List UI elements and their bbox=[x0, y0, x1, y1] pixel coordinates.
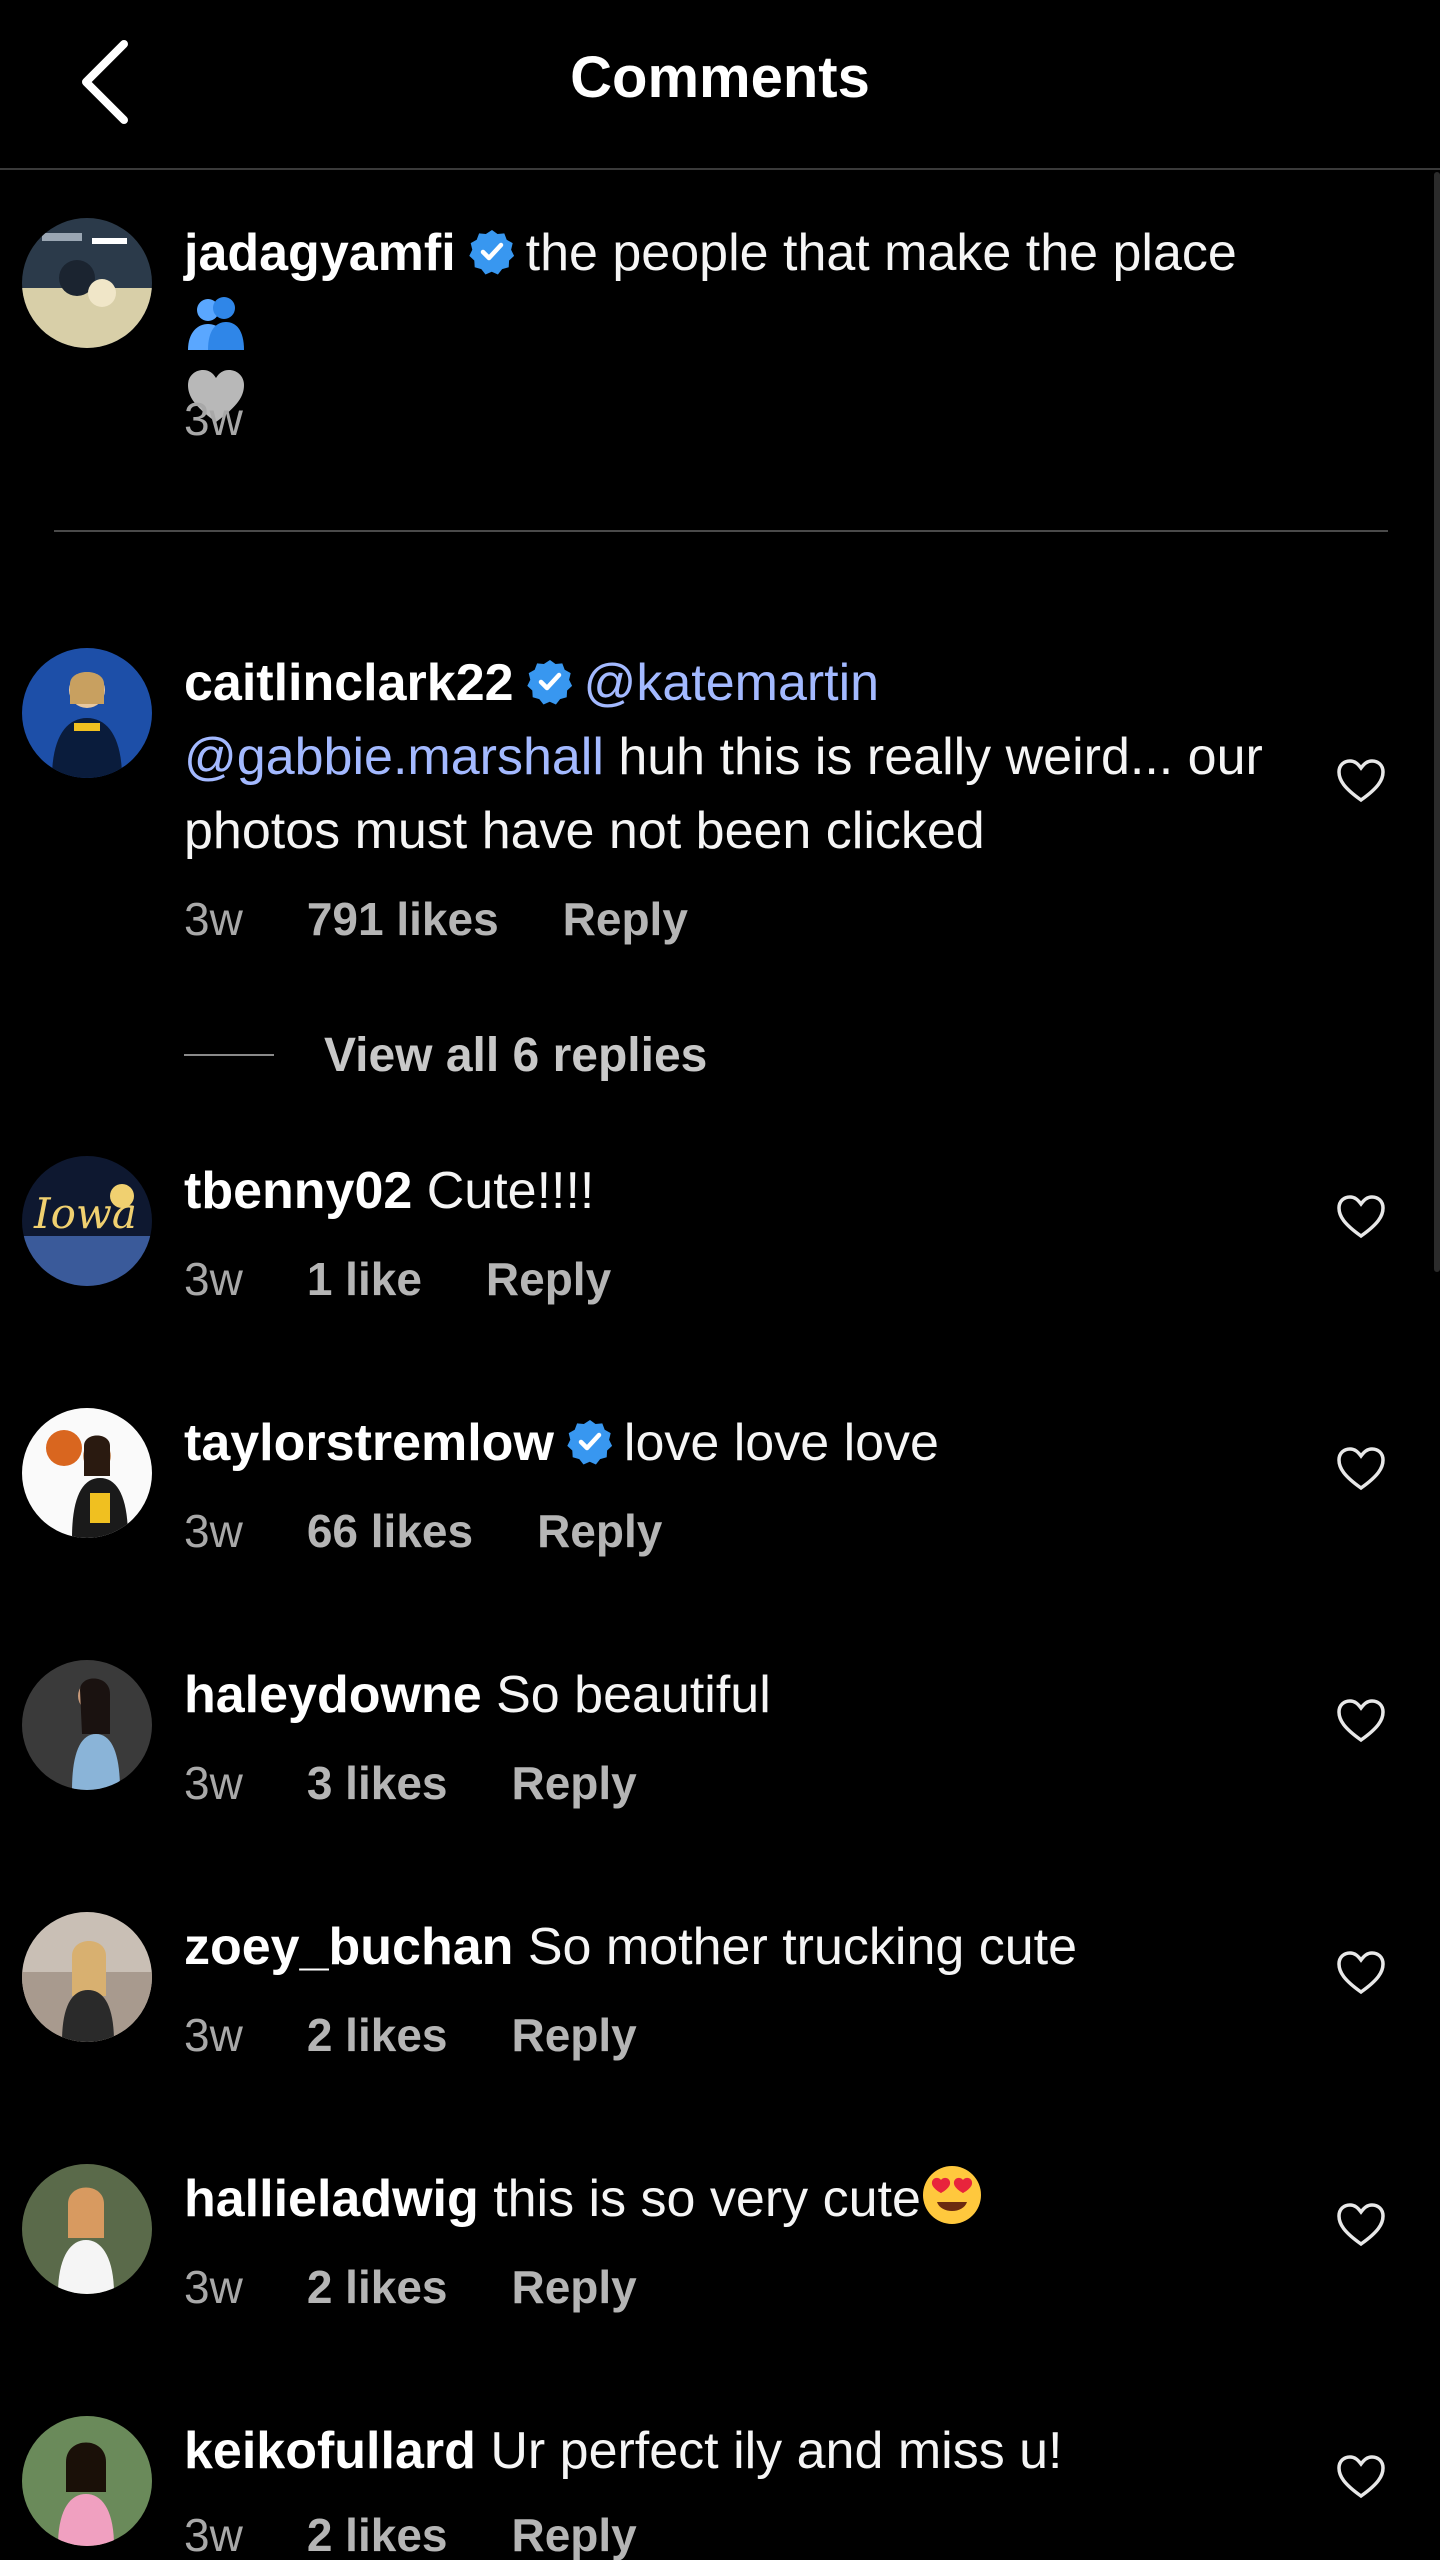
like-heart-icon[interactable] bbox=[1336, 2454, 1386, 2500]
comment-text: keikofullard Ur perfect ily and miss u! bbox=[184, 2414, 1290, 2488]
like-count[interactable]: 3 likes bbox=[307, 1757, 448, 1809]
comment-meta: 3w 2 likes Reply bbox=[184, 2260, 701, 2314]
comment-body: Ur perfect ily and miss u! bbox=[490, 2422, 1063, 2480]
avatar[interactable] bbox=[22, 1912, 152, 2042]
reply-button[interactable]: Reply bbox=[512, 1757, 637, 1809]
view-replies-label: View all 6 replies bbox=[324, 1028, 708, 1082]
avatar[interactable] bbox=[22, 1408, 152, 1538]
comment-text: tbenny02 Cute!!!! bbox=[184, 1154, 1290, 1228]
like-heart-icon[interactable] bbox=[1336, 1194, 1386, 1240]
divider bbox=[54, 530, 1388, 532]
reply-button[interactable]: Reply bbox=[563, 893, 688, 945]
username[interactable]: taylorstremlow bbox=[184, 1414, 554, 1472]
timestamp: 3w bbox=[184, 393, 243, 445]
verified-badge-icon bbox=[567, 1420, 612, 1465]
like-count[interactable]: 2 likes bbox=[307, 2509, 448, 2560]
comment-meta: 3w 2 likes Reply bbox=[184, 2008, 701, 2062]
like-heart-icon[interactable] bbox=[1336, 1446, 1386, 1492]
timestamp: 3w bbox=[184, 1253, 243, 1305]
avatar[interactable]: Iowa bbox=[22, 1156, 152, 1286]
comment-body: love love love bbox=[623, 1414, 939, 1472]
top-bar: Comments bbox=[0, 0, 1440, 170]
timestamp: 3w bbox=[184, 1505, 243, 1557]
username[interactable]: keikofullard bbox=[184, 2422, 476, 2480]
comment-text: caitlinclark22 @katemartin @gabbie.marshal… bbox=[184, 646, 1290, 868]
comment-text: jadagyamfi the people that make the place bbox=[184, 216, 1290, 438]
comment-meta: 3w 791 likes Reply bbox=[184, 892, 752, 946]
comment-meta: 3w 66 likes Reply bbox=[184, 1504, 726, 1558]
verified-badge-icon bbox=[468, 230, 514, 275]
avatar[interactable] bbox=[22, 1660, 152, 1790]
reply-button[interactable]: Reply bbox=[486, 1253, 611, 1305]
like-heart-icon[interactable] bbox=[1336, 1698, 1386, 1744]
like-heart-icon[interactable] bbox=[1336, 2202, 1386, 2248]
avatar[interactable] bbox=[22, 2416, 152, 2546]
comment-text: zoey_buchan So mother trucking cute bbox=[184, 1910, 1290, 1984]
mention-link[interactable]: @gabbie.marshall bbox=[184, 728, 604, 786]
avatar[interactable] bbox=[22, 218, 152, 348]
comment-text: hallieladwig this is so very cute bbox=[184, 2162, 1290, 2236]
view-replies-button[interactable]: View all 6 replies bbox=[184, 1020, 707, 1090]
comment-body: Cute!!!! bbox=[426, 1162, 595, 1220]
reply-button[interactable]: Reply bbox=[512, 2009, 637, 2061]
username[interactable]: jadagyamfi bbox=[184, 224, 456, 282]
comment-text: taylorstremlow love love love bbox=[184, 1406, 1290, 1480]
timestamp: 3w bbox=[184, 2261, 243, 2313]
timestamp: 3w bbox=[184, 2009, 243, 2061]
username[interactable]: hallieladwig bbox=[184, 2170, 479, 2228]
comment-body: So mother trucking cute bbox=[527, 1918, 1078, 1976]
like-count[interactable]: 791 likes bbox=[307, 893, 499, 945]
like-heart-icon[interactable] bbox=[1336, 758, 1386, 804]
like-count[interactable]: 1 like bbox=[307, 1253, 422, 1305]
heart-eyes-emoji-icon bbox=[922, 2166, 981, 2224]
people-hugging-emoji-icon bbox=[188, 297, 244, 350]
comment-body: So beautiful bbox=[496, 1666, 771, 1724]
username[interactable]: zoey_buchan bbox=[184, 1918, 513, 1976]
comment-meta: 3w 1 like Reply bbox=[184, 1252, 675, 1306]
timestamp: 3w bbox=[184, 1757, 243, 1809]
username[interactable]: caitlinclark22 bbox=[184, 654, 514, 712]
verified-badge-icon bbox=[526, 660, 572, 705]
mention-link[interactable]: @katemartin bbox=[584, 654, 880, 712]
scrollbar[interactable] bbox=[1434, 172, 1440, 1272]
comment-text: haleydowne So beautiful bbox=[184, 1658, 1290, 1732]
username[interactable]: tbenny02 bbox=[184, 1162, 412, 1220]
comment-body: the people that make the place bbox=[525, 224, 1237, 282]
comment-meta: 3w 2 likes Reply bbox=[184, 2508, 701, 2560]
timestamp: 3w bbox=[184, 893, 243, 945]
reply-button[interactable]: Reply bbox=[512, 2261, 637, 2313]
avatar[interactable] bbox=[22, 2164, 152, 2294]
reply-button[interactable]: Reply bbox=[512, 2509, 637, 2560]
timestamp: 3w bbox=[184, 2509, 243, 2560]
like-count[interactable]: 2 likes bbox=[307, 2261, 448, 2313]
page-title: Comments bbox=[570, 45, 870, 110]
username[interactable]: haleydowne bbox=[184, 1666, 482, 1724]
comment-meta: 3w 3 likes Reply bbox=[184, 1756, 701, 1810]
like-heart-icon[interactable] bbox=[1336, 1950, 1386, 1996]
comment-meta: 3w bbox=[184, 392, 307, 446]
like-count[interactable]: 66 likes bbox=[307, 1505, 473, 1557]
reply-button[interactable]: Reply bbox=[537, 1505, 662, 1557]
comment-body: this is so very cute bbox=[493, 2170, 921, 2228]
avatar[interactable] bbox=[22, 648, 152, 778]
like-count[interactable]: 2 likes bbox=[307, 2009, 448, 2061]
replies-line bbox=[184, 1054, 274, 1056]
